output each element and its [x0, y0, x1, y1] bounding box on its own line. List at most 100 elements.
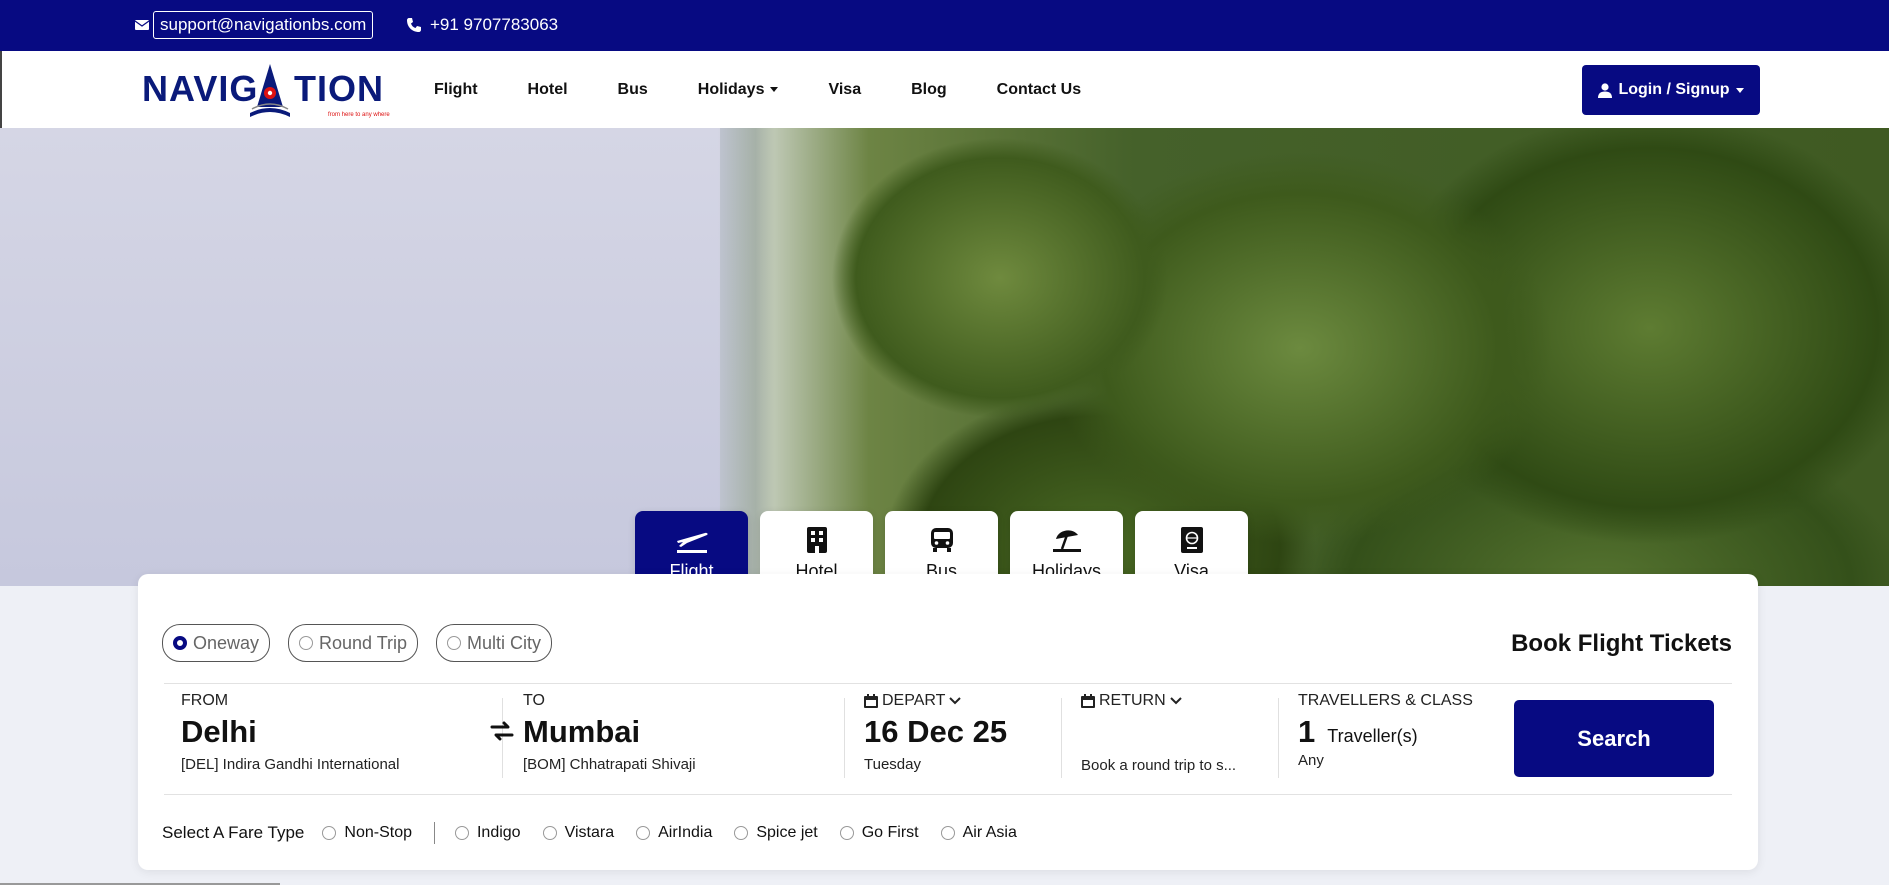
- fare-option-spice-jet[interactable]: Spice jet: [734, 824, 818, 842]
- plane-icon: [676, 532, 708, 553]
- svg-text:NAVIG: NAVIG: [142, 68, 258, 109]
- fare-option-label: AirIndia: [658, 824, 713, 841]
- radio-unselected-icon: [454, 826, 469, 840]
- svg-text:TION: TION: [294, 68, 384, 109]
- svg-text:from here to any where: from here to any where: [328, 112, 390, 118]
- fare-option-label: Indigo: [476, 824, 521, 841]
- trip-oneway-label: Oneway: [193, 632, 260, 653]
- user-icon: [1598, 82, 1613, 98]
- phone-number[interactable]: +91 9707783063: [430, 15, 558, 35]
- from-field[interactable]: FROM Delhi [DEL] Indira Gandhi Internati…: [181, 692, 399, 773]
- email-link[interactable]: support@navigationbs.com: [153, 11, 374, 39]
- divider: [433, 822, 435, 844]
- depart-field[interactable]: DEPART 16 Dec 25 Tuesday: [864, 692, 1007, 773]
- return-label-row: RETURN: [1081, 692, 1236, 710]
- radio-unselected-icon: [447, 636, 461, 650]
- to-city: Mumbai: [523, 714, 641, 749]
- fare-option-label: Go First: [861, 824, 919, 841]
- trip-type-multi-city[interactable]: Multi City: [436, 624, 553, 662]
- flight-booking-card: Oneway Round Trip Multi City Book Flight…: [138, 574, 1758, 870]
- from-label: FROM: [181, 692, 229, 709]
- to-label: TO: [523, 692, 545, 709]
- radio-unselected-icon: [734, 826, 749, 840]
- nav-holidays-label: Holidays: [697, 80, 765, 98]
- chevron-down-icon: [949, 697, 962, 705]
- fare-type-label: Select A Fare Type: [162, 823, 305, 842]
- travellers-unit: Traveller(s): [1327, 726, 1418, 746]
- envelope-icon: [135, 20, 149, 30]
- nav-contact-us[interactable]: Contact Us: [997, 81, 1081, 99]
- fare-option-label: Air Asia: [962, 824, 1017, 841]
- phone-contact[interactable]: +91 9707783063: [406, 10, 558, 40]
- fare-type-selector: Select A Fare Type Non-Stop Indigo Vista…: [162, 822, 1039, 844]
- logo-graphic: NAVIG TION from here to any where: [142, 64, 390, 118]
- trip-round-trip-label: Round Trip: [319, 632, 408, 653]
- fare-option-vistara[interactable]: Vistara: [542, 824, 615, 842]
- fare-option-air-asia[interactable]: Air Asia: [940, 824, 1017, 842]
- calendar-icon: [864, 694, 878, 708]
- radio-unselected-icon: [636, 826, 651, 840]
- depart-date: 16 Dec 25: [864, 714, 1008, 749]
- travellers-label: TRAVELLERS & CLASS: [1298, 692, 1473, 709]
- building-icon: [806, 526, 827, 553]
- bus-icon: [930, 527, 953, 552]
- trip-type-round-trip[interactable]: Round Trip: [288, 624, 419, 662]
- nav-blog[interactable]: Blog: [911, 81, 947, 99]
- nav-flight[interactable]: Flight: [434, 81, 478, 99]
- divider: [164, 794, 1732, 795]
- fare-option-non-stop[interactable]: Non-Stop: [322, 824, 412, 842]
- divider: [1061, 698, 1062, 778]
- main-navbar: NAVIG TION from here to any where Flight…: [0, 51, 1889, 128]
- passport-icon: [1180, 526, 1203, 553]
- fare-option-label: Vistara: [564, 824, 615, 841]
- nav-visa[interactable]: Visa: [828, 81, 861, 99]
- radio-selected-icon: [173, 636, 187, 650]
- nav-menu: Flight Hotel Bus Holidays Visa Blog Cont…: [434, 51, 1131, 128]
- to-field[interactable]: TO Mumbai [BOM] Chhatrapati Shivaji: [523, 692, 696, 773]
- fare-option-airindia[interactable]: AirIndia: [636, 824, 712, 842]
- fare-option-label: Spice jet: [756, 824, 818, 841]
- from-city: Delhi: [181, 714, 257, 749]
- return-field[interactable]: RETURN Book a round trip to s...: [1081, 692, 1236, 774]
- divider: [844, 698, 845, 778]
- divider: [1278, 698, 1279, 778]
- nav-bus[interactable]: Bus: [618, 81, 648, 99]
- depart-label-row: DEPART: [864, 692, 1007, 710]
- brand-logo[interactable]: NAVIG TION from here to any where: [142, 59, 392, 121]
- phone-icon: [407, 18, 421, 32]
- travellers-field[interactable]: TRAVELLERS & CLASS 1 Traveller(s) Any: [1298, 692, 1473, 769]
- fare-option-indigo[interactable]: Indigo: [454, 824, 521, 842]
- trip-type-oneway[interactable]: Oneway: [162, 624, 271, 662]
- travellers-count: 1: [1298, 714, 1316, 749]
- search-button[interactable]: Search: [1514, 700, 1714, 777]
- umbrella-beach-icon: [1052, 529, 1081, 552]
- depart-day: Tuesday: [864, 756, 921, 773]
- fare-option-label: Non-Stop: [344, 824, 412, 841]
- top-contact-bar: support@navigationbs.com +91 9707783063: [0, 0, 1889, 51]
- radio-unselected-icon: [299, 636, 313, 650]
- depart-label: DEPART: [882, 692, 946, 709]
- caret-down-icon: [770, 87, 779, 92]
- travel-class: Any: [1298, 752, 1324, 769]
- trip-multi-city-label: Multi City: [467, 632, 542, 653]
- radio-unselected-icon: [542, 826, 557, 840]
- login-label: Login / Signup: [1618, 81, 1730, 98]
- swap-icon[interactable]: [490, 720, 514, 748]
- travellers-count-row: 1 Traveller(s): [1298, 714, 1473, 750]
- chevron-down-icon: [1169, 697, 1182, 705]
- fare-option-go-first[interactable]: Go First: [839, 824, 919, 842]
- book-flight-title: Book Flight Tickets: [1511, 630, 1732, 657]
- nav-holidays-dropdown[interactable]: Holidays: [698, 81, 779, 99]
- radio-unselected-icon: [839, 826, 854, 840]
- return-date-empty: [1081, 714, 1236, 751]
- calendar-icon: [1081, 694, 1095, 708]
- radio-unselected-icon: [940, 826, 955, 840]
- login-signup-button[interactable]: Login / Signup: [1582, 65, 1760, 115]
- from-airport: [DEL] Indira Gandhi International: [181, 756, 400, 773]
- caret-down-icon: [1735, 87, 1744, 93]
- radio-unselected-icon: [322, 826, 337, 840]
- email-contact[interactable]: support@navigationbs.com: [135, 10, 374, 40]
- to-airport: [BOM] Chhatrapati Shivaji: [523, 756, 696, 773]
- return-hint: Book a round trip to s...: [1081, 757, 1237, 774]
- nav-hotel[interactable]: Hotel: [528, 81, 568, 99]
